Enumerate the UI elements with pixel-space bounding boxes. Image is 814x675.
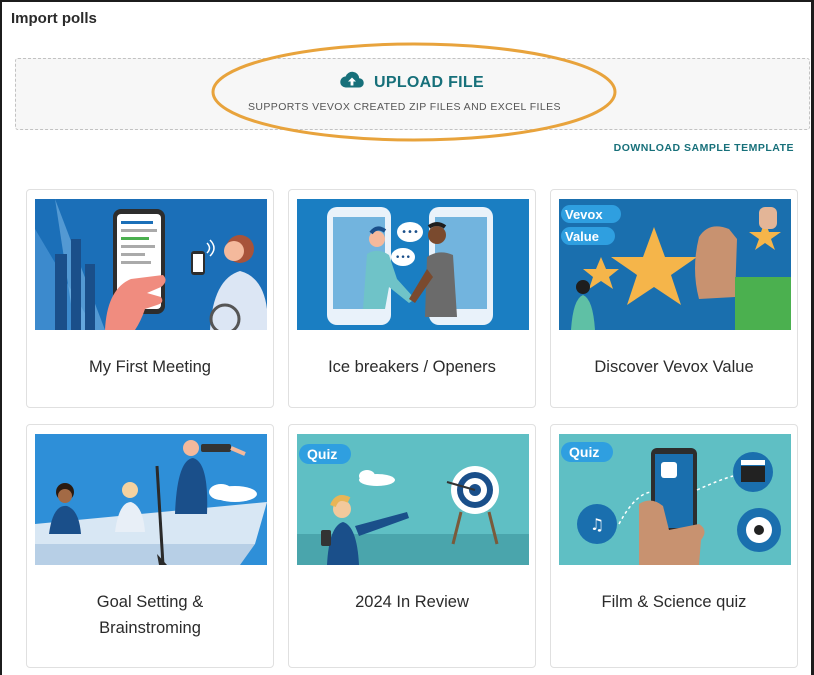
template-thumbnail: ••• ••• — [297, 199, 529, 330]
template-thumbnail: Quiz — [297, 434, 529, 565]
upload-supported-formats: SUPPORTS VEVOX CREATED ZIP FILES AND EXC… — [248, 101, 561, 113]
upload-dropzone[interactable] — [15, 58, 810, 130]
svg-text:•••: ••• — [395, 253, 411, 263]
template-title: 2024 In Review — [355, 593, 469, 611]
template-title-line: Goal Setting & — [96, 593, 204, 611]
page-title: Import polls — [11, 10, 97, 27]
quiz-badge: Quiz — [569, 444, 599, 460]
svg-text:•••: ••• — [401, 227, 419, 238]
template-title: Film & Science quiz — [601, 593, 747, 611]
download-sample-template-link[interactable]: DOWNLOAD SAMPLE TEMPLATE — [614, 142, 794, 154]
template-card-discover-vevox-value[interactable]: Vevox Value Discover Vevox Value — [550, 189, 798, 408]
template-card-ice-breakers[interactable]: ••• ••• Ice breakers / Openers — [288, 189, 536, 408]
cloud-upload-icon — [340, 71, 364, 94]
template-card-goal-setting[interactable]: Goal Setting & Brainstroming — [26, 424, 274, 668]
template-card-2024-in-review[interactable]: Quiz 2024 In Review — [288, 424, 536, 668]
quiz-badge: Quiz — [307, 446, 337, 462]
upload-file-label: UPLOAD FILE — [374, 73, 484, 91]
template-thumbnail: Quiz ♫ — [559, 434, 791, 565]
template-title: My First Meeting — [89, 358, 211, 376]
template-title: Discover Vevox Value — [594, 358, 754, 376]
template-card-film-science-quiz[interactable]: Quiz ♫ Film & Science quiz — [550, 424, 798, 668]
template-card-my-first-meeting[interactable]: My First Meeting — [26, 189, 274, 408]
template-thumbnail — [35, 434, 267, 565]
template-thumbnail — [35, 199, 267, 330]
badge-line: Vevox — [565, 207, 603, 222]
template-title-line: Brainstroming — [99, 619, 201, 637]
badge-line: Value — [565, 229, 599, 244]
upload-file-button[interactable]: UPLOAD FILE — [340, 71, 484, 94]
template-thumbnail: Vevox Value — [559, 199, 791, 330]
template-title: Ice breakers / Openers — [328, 358, 496, 376]
svg-text:♫: ♫ — [590, 515, 604, 534]
